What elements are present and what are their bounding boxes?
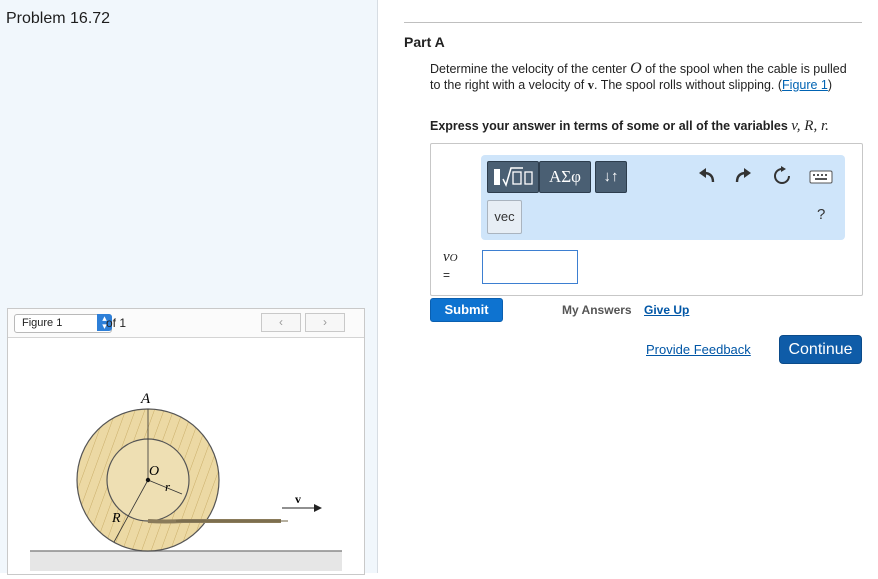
template-button[interactable] (487, 161, 539, 193)
previous-figure-button[interactable]: ‹ (261, 313, 301, 332)
keyboard-icon (809, 170, 833, 184)
variable-v: v (443, 249, 450, 265)
next-figure-button[interactable]: › (305, 313, 345, 332)
provide-feedback-link[interactable]: Provide Feedback (646, 342, 751, 357)
undo-button[interactable] (696, 165, 718, 187)
question-pre: Determine the velocity of the center (430, 62, 631, 76)
left-panel: Problem 16.72 Figure 1 ▴ ▾ of 1 ‹ › A O … (0, 0, 378, 575)
equals-sign: = (443, 268, 451, 282)
figure-panel: Figure 1 ▴ ▾ of 1 ‹ › A O r R v (7, 308, 365, 575)
label-O: O (149, 464, 159, 479)
part-title: Part A (404, 34, 445, 50)
arrows-button[interactable]: ↓↑ (595, 161, 627, 193)
continue-button[interactable]: Continue (779, 335, 862, 364)
figure-select[interactable]: Figure 1 ▴ ▾ (14, 314, 112, 333)
chevron-left-icon: ‹ (279, 315, 283, 329)
figure-count: of 1 (106, 316, 127, 330)
spool-diagram: A O r R v (30, 391, 342, 571)
vec-button[interactable]: vec (487, 200, 522, 234)
divider (404, 22, 862, 23)
figure-toolbar: Figure 1 ▴ ▾ of 1 ‹ › (8, 309, 364, 338)
question-center-O: O (630, 60, 642, 77)
instruction: Express your answer in terms of some or … (430, 118, 829, 135)
question-text: Determine the velocity of the center O o… (430, 61, 850, 93)
instruction-text: Express your answer in terms of some or … (430, 119, 792, 133)
keyboard-button[interactable] (809, 165, 833, 187)
help-button[interactable]: ? (817, 206, 825, 223)
reset-icon (774, 166, 790, 184)
my-answers-link[interactable]: My Answers (562, 303, 632, 317)
label-A: A (140, 391, 151, 407)
redo-button[interactable] (732, 165, 754, 187)
question-post: . The spool rolls without slipping. ( (593, 78, 783, 92)
answer-box: ΑΣφ ↓↑ vec ? vO = (430, 143, 863, 296)
figure-link[interactable]: Figure 1 (782, 78, 828, 92)
answer-variable: vO (443, 249, 458, 266)
right-panel: Part A Determine the velocity of the cen… (378, 0, 878, 573)
velocity-arrowhead (314, 504, 322, 512)
submit-button[interactable]: Submit (430, 298, 503, 322)
label-v: v (295, 492, 301, 506)
spool-figure: A O r R v (8, 338, 364, 574)
answer-input[interactable] (482, 250, 578, 284)
figure-select-label: Figure 1 (22, 317, 63, 329)
greek-button[interactable]: ΑΣφ (539, 161, 591, 193)
math-toolbar: ΑΣφ ↓↑ vec ? (481, 155, 845, 240)
label-R: R (111, 511, 121, 526)
instruction-variables: v, R, r. (791, 118, 829, 134)
problem-title: Problem 16.72 (6, 10, 111, 27)
question-close: ) (827, 78, 833, 92)
ground (30, 551, 342, 571)
template-icon (494, 167, 533, 188)
reset-button[interactable] (771, 165, 793, 187)
redo-icon (735, 168, 751, 183)
give-up-link[interactable]: Give Up (644, 303, 689, 317)
chevron-right-icon: › (323, 315, 327, 329)
variable-subscript: O (449, 252, 458, 264)
undo-icon (699, 168, 715, 183)
